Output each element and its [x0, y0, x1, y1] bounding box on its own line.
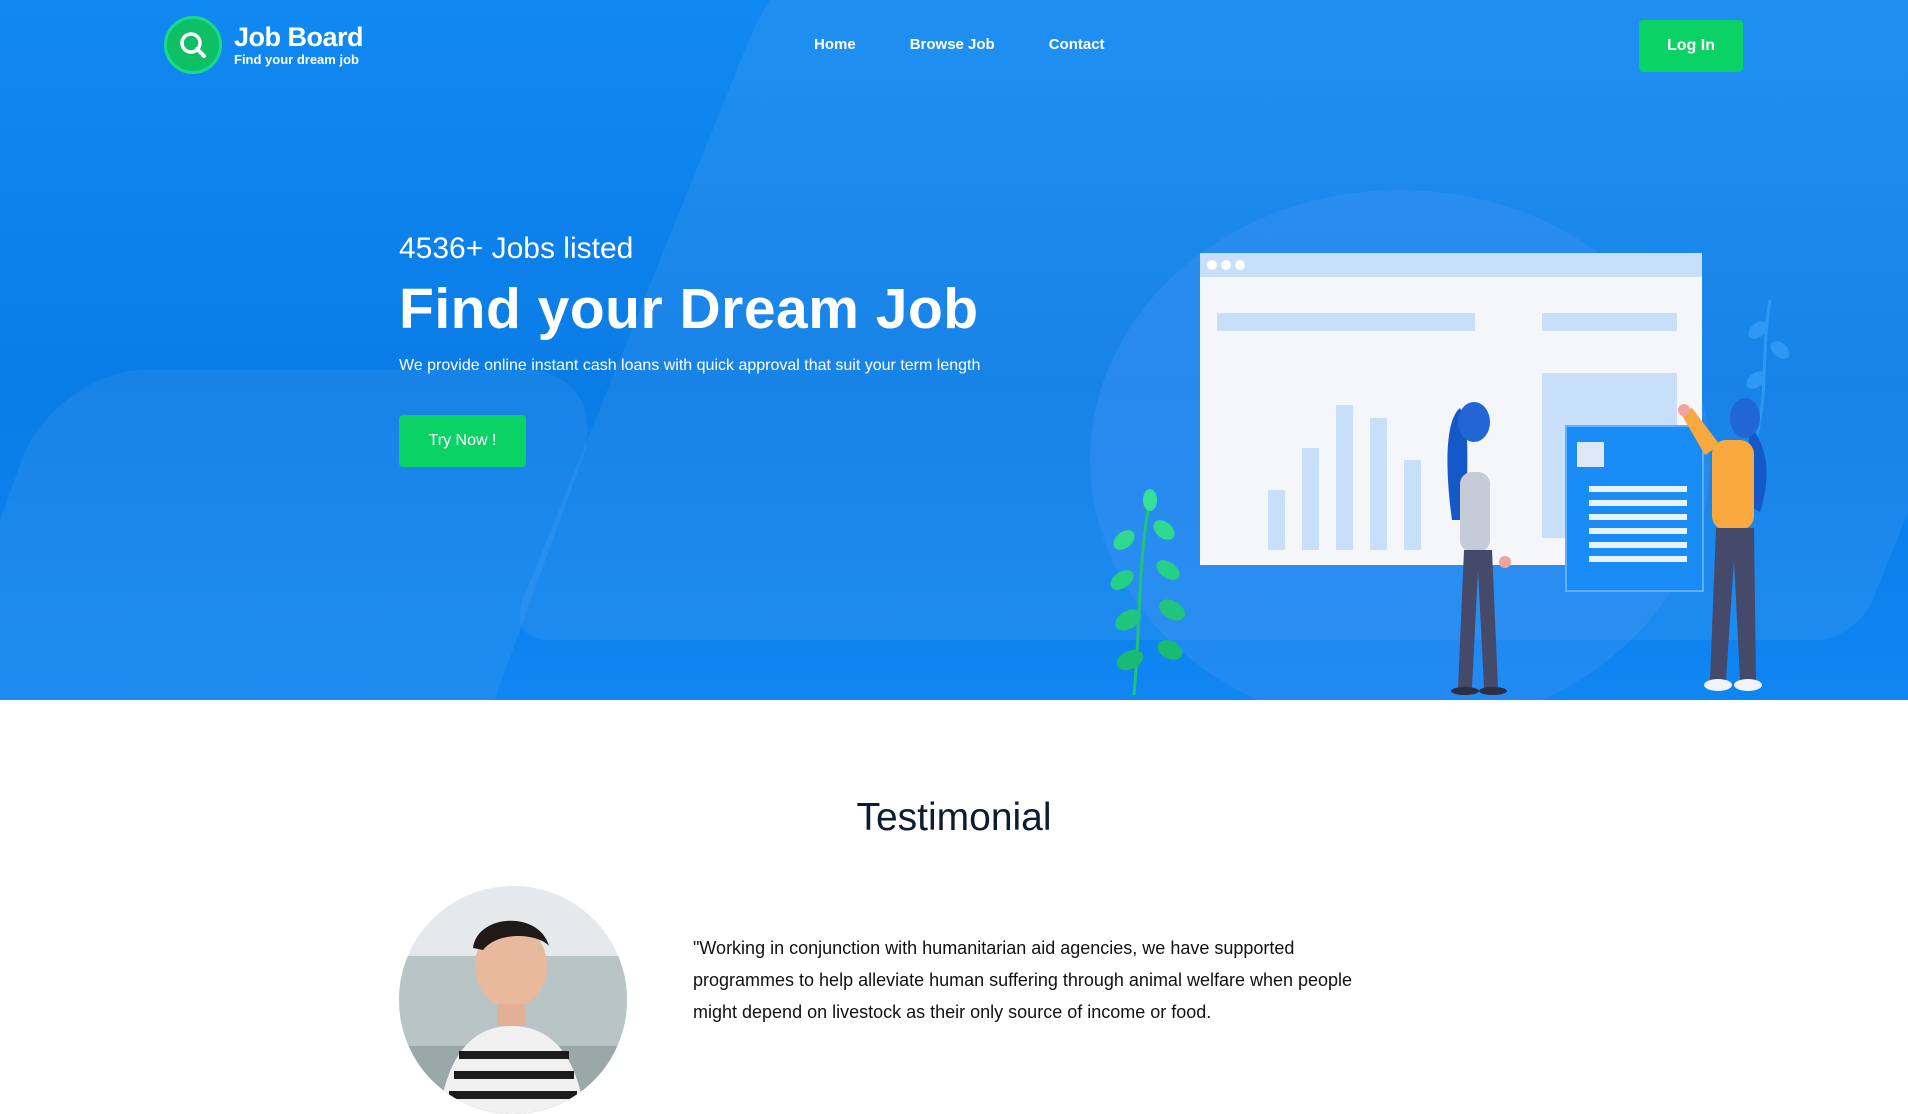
search-icon: [164, 16, 222, 74]
testimonial-title: Testimonial: [856, 796, 1052, 839]
hero-section: Job Board Find your dream job Home Brows…: [0, 0, 1908, 700]
nav-browse-job[interactable]: Browse Job: [910, 36, 995, 53]
try-now-button[interactable]: Try Now !: [399, 415, 526, 467]
login-button[interactable]: Log In: [1639, 20, 1743, 72]
hero-headline: Find your Dream Job: [399, 277, 979, 341]
brand-logo[interactable]: Job Board Find your dream job: [164, 16, 364, 74]
nav-contact[interactable]: Contact: [1049, 36, 1105, 53]
nav-home[interactable]: Home: [814, 36, 856, 53]
hero-subtext: We provide online instant cash loans wit…: [399, 357, 981, 374]
hero-illustration: [1110, 253, 1790, 696]
main-nav: Home Browse Job Contact: [814, 36, 1159, 53]
plant-icon: [1110, 489, 1185, 696]
brand-tagline: Find your dream job: [234, 52, 359, 67]
brand-name: Job Board: [234, 22, 364, 52]
testimonial-quote: "Working in conjunction with humanitaria…: [693, 938, 1353, 1022]
testimonial-avatar: [399, 886, 627, 1114]
jobs-count: 4536+ Jobs listed: [399, 232, 634, 265]
